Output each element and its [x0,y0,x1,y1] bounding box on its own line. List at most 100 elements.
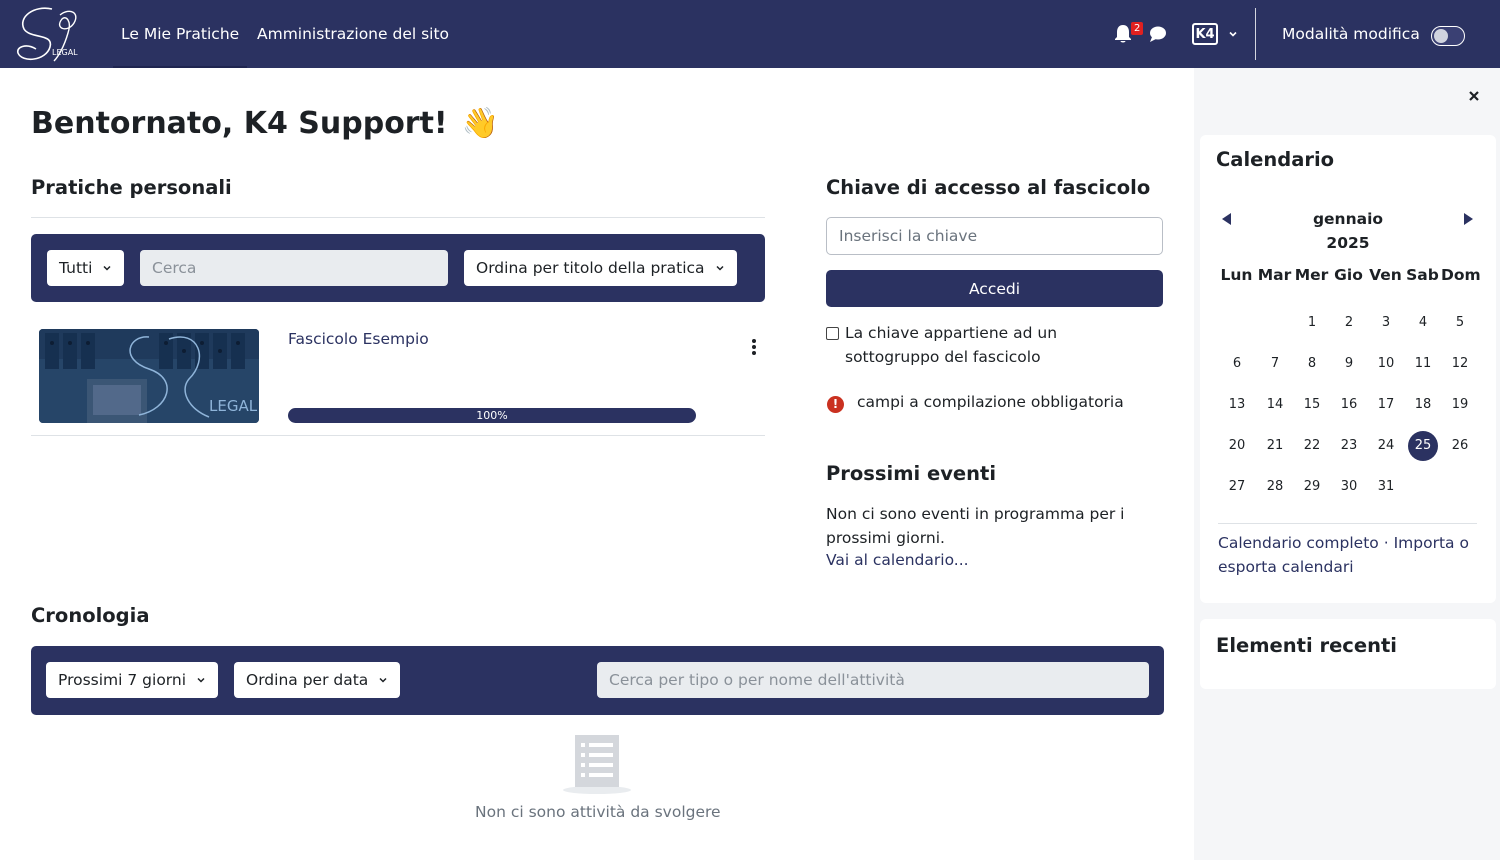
recent-items-title: Elementi recenti [1216,634,1397,657]
timeline-search-input[interactable]: Cerca per tipo o per nome dell'attività [597,662,1149,698]
subgroup-checkbox-label: La chiave appartiene ad un sottogruppo d… [845,324,1058,366]
timeline-range-dropdown[interactable]: Prossimi 7 giorni [46,662,219,698]
weekday-header: Mar [1257,266,1292,284]
upcoming-events-title: Prossimi eventi [826,462,997,485]
waving-hand-icon: 👋 [461,106,499,141]
course-title-link[interactable]: Fascicolo Esempio [288,330,429,348]
access-key-input[interactable]: Inserisci la chiave [826,217,1163,255]
top-navbar: LEGAL Le Mie Pratiche Amministrazione de… [0,0,1500,68]
practices-search-input[interactable]: Cerca [140,250,448,286]
calendar-day[interactable]: 21 [1260,431,1290,461]
weekday-header: Mer [1294,266,1329,284]
chevron-down-icon [379,677,387,683]
navbar-divider [1255,8,1256,60]
calendar-footer-links: Calendario completo · Importa o esporta … [1218,532,1480,579]
calendar-day[interactable]: 3 [1371,308,1401,338]
empty-activities-icon [563,735,631,794]
calendar-month-year: gennaio 2025 [1300,207,1396,255]
nav-link-site-admin[interactable]: Amministrazione del sito [257,0,449,68]
weekday-header: Lun [1220,266,1253,284]
calendar-day[interactable]: 2 [1334,308,1364,338]
calendar-day[interactable]: 18 [1408,390,1438,420]
notification-count-badge: 2 [1131,22,1144,35]
course-thumbnail[interactable]: LEGAL [39,329,259,423]
sort-dropdown[interactable]: Ordina per titolo della pratica [464,250,737,286]
user-menu-toggle[interactable]: K4 [1192,22,1238,46]
go-to-calendar-link[interactable]: Vai al calendario... [826,551,969,569]
calendar-day[interactable]: 6 [1222,349,1252,379]
subgroup-checkbox[interactable] [826,327,839,340]
course-row-divider [31,435,765,436]
previous-month-arrow-icon[interactable] [1220,212,1234,226]
calendar-day[interactable]: 30 [1334,472,1364,502]
required-fields-note: campi a compilazione obbligatoria [857,393,1124,411]
practices-filter-bar: Tutti Cerca Ordina per titolo della prat… [31,234,765,302]
calendar-day[interactable]: 7 [1260,349,1290,379]
course-thumbnail-art: LEGAL [39,329,259,423]
welcome-text: Bentornato, K4 Support! [31,106,448,141]
calendar-day[interactable]: 8 [1297,349,1327,379]
calendar-divider [1218,523,1477,524]
calendar-day[interactable]: 20 [1222,431,1252,461]
edit-mode-toggle[interactable] [1431,26,1465,46]
full-calendar-link[interactable]: Calendario completo [1218,534,1379,552]
weekday-header: Gio [1334,266,1363,284]
range-label: Prossimi 7 giorni [58,671,187,689]
timeline-sort-label: Ordina per data [246,671,369,689]
notifications-bell-icon[interactable] [1114,24,1132,44]
calendar-day[interactable]: 9 [1334,349,1364,379]
edit-mode-label: Modalità modifica [1282,25,1420,43]
no-events-text: Non ci sono eventi in programma per i pr… [826,505,1125,547]
grouping-dropdown[interactable]: Tutti [47,250,125,286]
calendar-month: gennaio [1312,210,1384,228]
calendar-day[interactable]: 28 [1260,472,1290,502]
calendar-day[interactable]: 22 [1297,431,1327,461]
close-drawer-icon[interactable] [1466,88,1482,104]
calendar-day[interactable]: 10 [1371,349,1401,379]
required-field-icon: ! [827,396,844,413]
calendar-day[interactable]: 1 [1297,308,1327,338]
calendar-day[interactable]: 17 [1371,390,1401,420]
calendar-day[interactable]: 26 [1445,431,1475,461]
access-key-title: Chiave di accesso al fascicolo [826,176,1151,199]
no-activities-text: Non ci sono attività da svolgere [475,803,721,821]
brand-logo[interactable]: LEGAL [14,3,84,65]
calendar-title: Calendario [1216,148,1335,171]
calendar-day[interactable]: 16 [1334,390,1364,420]
next-month-arrow-icon[interactable] [1461,212,1475,226]
calendar-day[interactable]: 23 [1334,431,1364,461]
toggle-knob [1434,29,1448,43]
nav-link-my-practices[interactable]: Le Mie Pratiche [112,0,248,68]
chevron-down-icon [197,677,205,683]
calendar-day[interactable]: 15 [1297,390,1327,420]
user-avatar: K4 [1192,23,1218,45]
calendar-day-today[interactable]: 25 [1408,431,1438,461]
calendar-year: 2025 [1326,234,1370,252]
calendar-day[interactable]: 27 [1222,472,1252,502]
calendar-day[interactable]: 12 [1445,349,1475,379]
chevron-down-icon [103,265,111,271]
course-progress-bar: 100% [288,408,696,423]
calendar-day[interactable]: 31 [1371,472,1401,502]
messages-chat-icon[interactable] [1149,25,1167,43]
calendar-day[interactable]: 29 [1297,472,1327,502]
course-actions-menu-icon[interactable] [746,337,762,357]
sort-label: Ordina per titolo della pratica [476,259,705,277]
timeline-filter-bar: Prossimi 7 giorni Ordina per data Cerca … [31,646,1164,715]
weekday-header: Ven [1369,266,1402,284]
personal-practices-title: Pratiche personali [31,176,232,199]
calendar-day[interactable]: 5 [1445,308,1475,338]
grouping-label: Tutti [59,259,93,277]
calendar-day[interactable]: 19 [1445,390,1475,420]
calendar-day[interactable]: 13 [1222,390,1252,420]
calendar-day[interactable]: 11 [1408,349,1438,379]
timeline-sort-dropdown[interactable]: Ordina per data [234,662,401,698]
section-divider [31,217,765,218]
calendar-day[interactable]: 24 [1371,431,1401,461]
calendar-day[interactable]: 14 [1260,390,1290,420]
welcome-heading: Bentornato, K4 Support! 👋 [31,106,499,141]
calendar-day[interactable]: 4 [1408,308,1438,338]
link-separator: · [1383,534,1389,552]
access-button[interactable]: Accedi [826,270,1163,307]
chevron-down-icon [716,265,724,271]
